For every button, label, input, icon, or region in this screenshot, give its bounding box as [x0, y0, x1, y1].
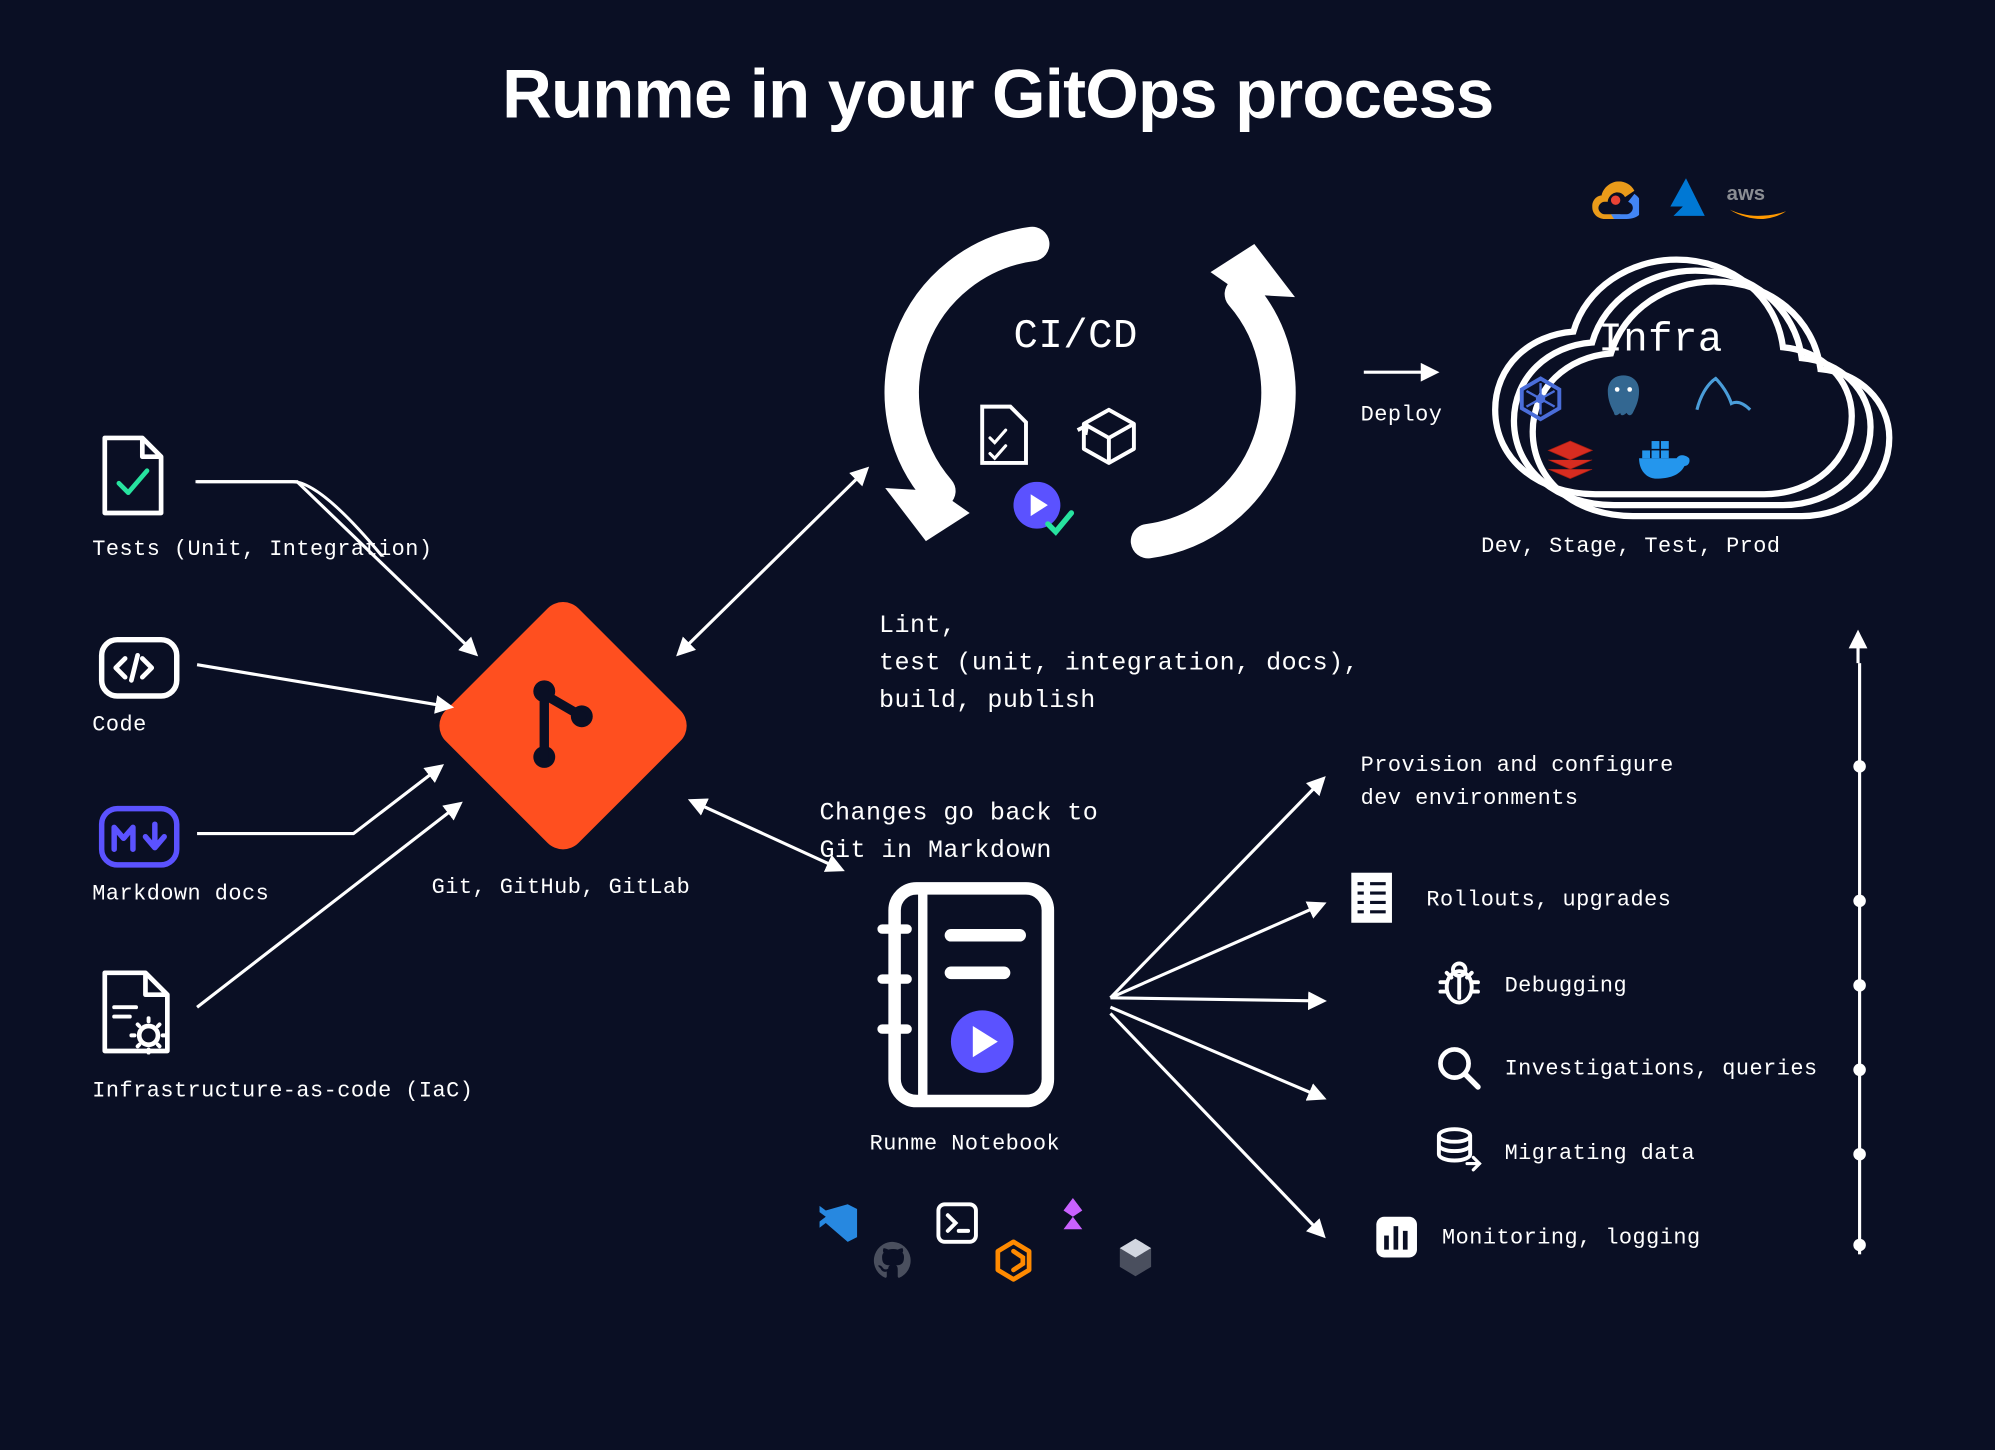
- infra-envs: Dev, Stage, Test, Prod: [1481, 535, 1780, 560]
- runme-badge: [1013, 482, 1079, 546]
- iac-icon: [99, 970, 174, 1061]
- notebook-back-label: Changes go back to Git in Markdown: [820, 795, 1099, 870]
- code-icon: [99, 637, 180, 700]
- deploy-label: Deploy: [1361, 404, 1443, 429]
- page-title: Runme in your GitOps process: [0, 56, 1995, 134]
- cicd-desc-2: test (unit, integration, docs),: [879, 644, 1359, 682]
- postgres-icon: [1602, 372, 1646, 419]
- git-icon: [500, 663, 625, 788]
- tests-block: [99, 435, 168, 527]
- gcp-icon: [1592, 181, 1639, 229]
- vscode-icon: [816, 1201, 860, 1245]
- search-icon: [1436, 1045, 1483, 1092]
- task-investigations: Investigations, queries: [1505, 1057, 1818, 1082]
- chart-icon: [1373, 1214, 1420, 1261]
- timeline-dot: [1853, 1239, 1866, 1252]
- aws-icon: aws: [1727, 181, 1790, 226]
- mysql-icon: [1692, 372, 1755, 419]
- terminal-icon: [935, 1201, 979, 1245]
- cicd-description: Lint, test (unit, integration, docs), bu…: [879, 607, 1359, 720]
- doc-check-icon: [976, 404, 1032, 470]
- notebook-node: [870, 879, 1058, 1118]
- devbox-icon: [1114, 1236, 1158, 1280]
- iac-label: Infrastructure-as-code (IaC): [92, 1079, 473, 1104]
- docker-icon: [1636, 435, 1695, 482]
- file-check-icon: [99, 435, 168, 519]
- checklist-icon: [1348, 870, 1395, 926]
- kubernetes-icon: [1517, 375, 1564, 422]
- notebook-icon: [870, 879, 1058, 1110]
- azure-icon: [1664, 175, 1708, 227]
- cicd-title: CI/CD: [1013, 313, 1137, 360]
- github-icon: [870, 1239, 914, 1283]
- cicd-desc-3: build, publish: [879, 682, 1359, 720]
- code-label: Code: [92, 713, 146, 738]
- task-provision: Provision and configure dev environments: [1361, 751, 1674, 817]
- code-block: [99, 637, 180, 707]
- svg-text:aws: aws: [1727, 183, 1765, 205]
- markdown-icon: [99, 805, 180, 868]
- timeline: [1858, 663, 1861, 1254]
- iac-block: [99, 970, 174, 1069]
- timeline-dot: [1853, 895, 1866, 908]
- task-rollouts: Rollouts, upgrades: [1426, 888, 1671, 913]
- timeline-dot: [1853, 979, 1866, 992]
- task-debugging: Debugging: [1505, 974, 1627, 999]
- infra-title: Infra: [1598, 316, 1722, 363]
- redis-icon: [1545, 438, 1595, 482]
- timeline-dot: [1853, 760, 1866, 773]
- git-label: Git, GitHub, GitLab: [432, 876, 691, 901]
- markdown-label: Markdown docs: [92, 882, 269, 907]
- package-icon: [1076, 404, 1142, 470]
- arrow-tests-to-git: [196, 463, 509, 557]
- cicd-desc-1: Lint,: [879, 607, 1359, 645]
- task-migrating: Migrating data: [1505, 1142, 1696, 1167]
- timeline-dot: [1853, 1064, 1866, 1077]
- gitpod-icon: [992, 1239, 1036, 1283]
- cicd-node: [876, 213, 1330, 581]
- bug-icon: [1436, 960, 1483, 1007]
- markdown-block: [99, 805, 180, 875]
- fleet-icon: [1051, 1195, 1095, 1239]
- database-icon: [1436, 1126, 1486, 1176]
- timeline-dot: [1853, 1148, 1866, 1161]
- cicd-cycle-icon: [876, 213, 1330, 573]
- notebook-label: Runme Notebook: [870, 1132, 1061, 1157]
- task-monitoring: Monitoring, logging: [1442, 1226, 1701, 1251]
